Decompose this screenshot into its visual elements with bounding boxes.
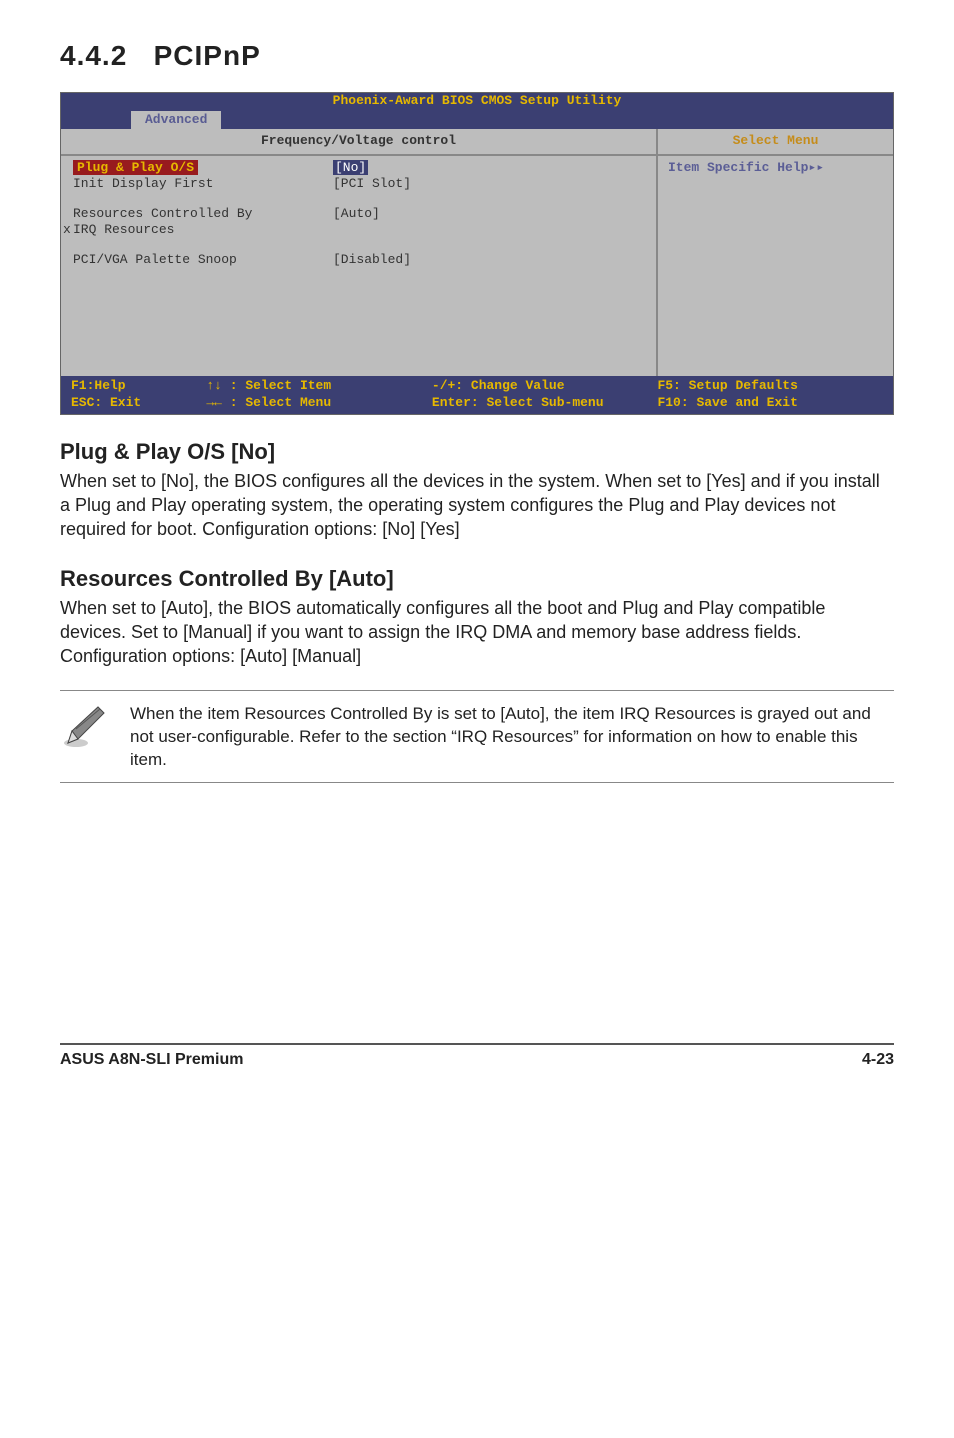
footer-page-number: 4-23 [862, 1051, 894, 1069]
row-init-display-label[interactable]: Init Display First [73, 176, 333, 192]
para-plug-play: When set to [No], the BIOS configures al… [60, 469, 894, 542]
bios-footer: F1:Help ESC: Exit ↑↓ : Select Item →← : … [61, 376, 893, 414]
section-title: PCIPnP [154, 40, 261, 71]
bios-tab-advanced[interactable]: Advanced [131, 111, 221, 129]
section-heading: 4.4.2 PCIPnP [60, 40, 894, 72]
para-resources-b: Configuration options: [Auto] [Manual] [60, 644, 894, 668]
footer-product: ASUS A8N-SLI Premium [60, 1051, 243, 1069]
bios-header-right: Select Menu [658, 129, 893, 156]
help-title: Item Specific Help▸▸ [668, 160, 883, 177]
row-plug-play-value[interactable]: [No] [333, 160, 368, 175]
bios-tab-bar: Advanced [61, 111, 893, 129]
heading-plug-play: Plug & Play O/S [No] [60, 439, 894, 465]
bios-settings-pane: Plug & Play O/S [No] Init Display First … [61, 156, 658, 376]
note-box: When the item Resources Controlled By is… [60, 690, 894, 783]
footer-f1: F1:Help [71, 378, 206, 395]
footer-esc: ESC: Exit [71, 395, 206, 412]
row-init-display-value[interactable]: [PCI Slot] [333, 176, 411, 192]
footer-f10: F10: Save and Exit [657, 395, 883, 412]
note-text: When the item Resources Controlled By is… [130, 701, 894, 772]
footer-select-item: ↑↓ : Select Item [206, 378, 432, 395]
irq-disabled-marker: x [63, 222, 73, 238]
section-number: 4.4.2 [60, 40, 127, 71]
row-palette-value[interactable]: [Disabled] [333, 252, 411, 268]
bios-header-left: Frequency/Voltage control [61, 129, 658, 156]
row-plug-play-label[interactable]: Plug & Play O/S [73, 160, 198, 175]
page-footer: ASUS A8N-SLI Premium 4-23 [60, 1043, 894, 1069]
footer-change-value: -/+: Change Value [432, 378, 658, 395]
bios-help-pane: Item Specific Help▸▸ [658, 156, 893, 376]
row-irq-res-label: IRQ Resources [73, 222, 333, 238]
row-palette-label[interactable]: PCI/VGA Palette Snoop [73, 252, 333, 268]
row-res-ctrl-value[interactable]: [Auto] [333, 206, 380, 222]
para-resources-a: When set to [Auto], the BIOS automatical… [60, 596, 894, 645]
bios-header-row: Frequency/Voltage control Select Menu [61, 129, 893, 156]
heading-resources: Resources Controlled By [Auto] [60, 566, 894, 592]
row-res-ctrl-label[interactable]: Resources Controlled By [73, 206, 333, 222]
footer-f5: F5: Setup Defaults [657, 378, 883, 395]
bios-screenshot: Phoenix-Award BIOS CMOS Setup Utility Ad… [60, 92, 894, 415]
pencil-note-icon [60, 701, 110, 751]
footer-select-menu: →← : Select Menu [206, 395, 432, 412]
bios-title: Phoenix-Award BIOS CMOS Setup Utility [61, 93, 893, 111]
footer-enter: Enter: Select Sub-menu [432, 395, 658, 412]
